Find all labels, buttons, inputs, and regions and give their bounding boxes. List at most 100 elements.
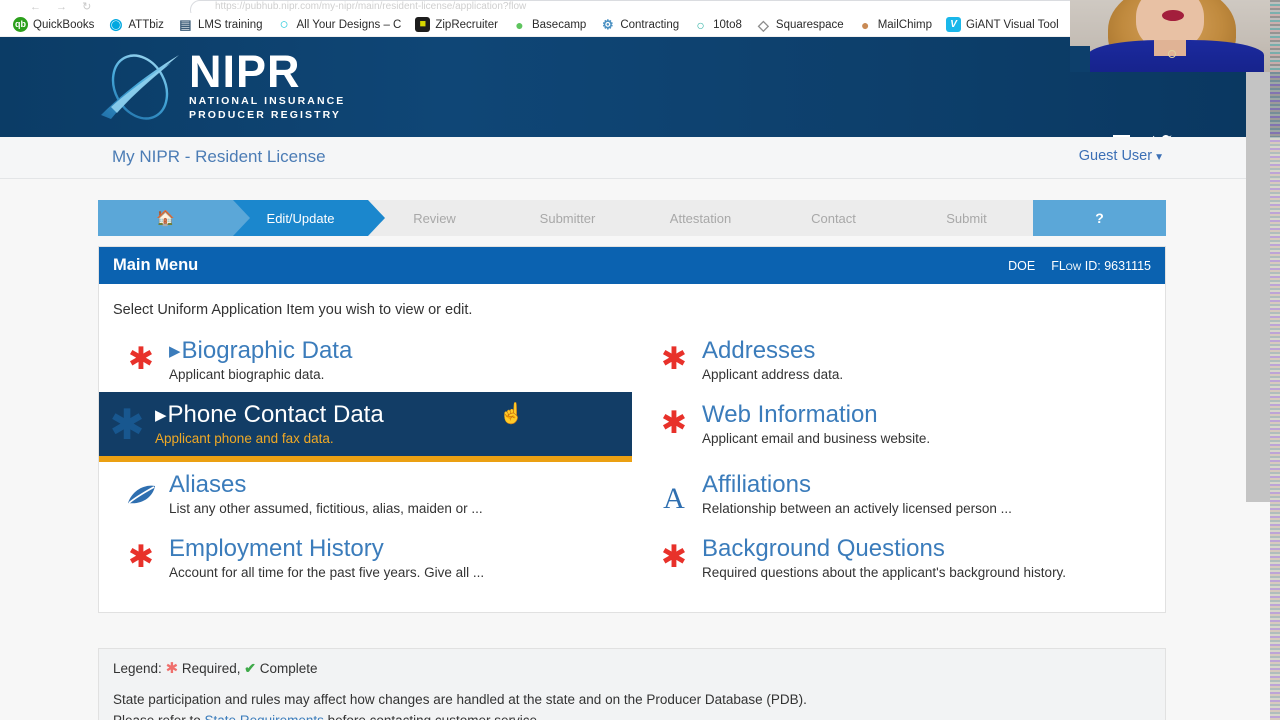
wizard-step-home[interactable]: 🏠 <box>98 200 250 236</box>
bookmark-label: Squarespace <box>775 18 844 31</box>
attbiz-icon: ◉ <box>108 17 124 32</box>
browser-window: ← → ↻ https://pubhub.nipr.com/my-nipr/ma… <box>0 0 1280 720</box>
main-menu-card: Main Menu DOE FLow ID: 9631115 Select Un… <box>98 246 1166 613</box>
menu-item-title[interactable]: ▶Biographic Data <box>169 337 622 365</box>
menu-item-title[interactable]: ▶Phone Contact Data <box>155 400 622 429</box>
logo-tagline-line1: NATIONAL INSURANCE <box>189 94 346 107</box>
user-menu[interactable]: Guest User ▼ <box>1079 148 1164 164</box>
webcam-person-necklace <box>1168 50 1176 58</box>
bookmark-contracting[interactable]: ⚙ Contracting <box>593 14 686 36</box>
wizard-step-submit[interactable]: Submit <box>900 200 1033 236</box>
legend-note-line1: State participation and rules may affect… <box>113 692 807 707</box>
icon-slot <box>113 472 169 506</box>
legend-required-label: Required, <box>181 661 241 676</box>
wizard-step-submitter[interactable]: Submitter <box>501 200 634 236</box>
menu-item-addresses[interactable]: ✱ Addresses Applicant address data. <box>632 328 1165 392</box>
menu-item-subtitle: Applicant email and business website. <box>702 430 931 446</box>
quickbooks-icon: qb <box>13 17 28 32</box>
menu-item-title[interactable]: Employment History <box>169 535 622 563</box>
wizard-step-help[interactable]: ? <box>1016 200 1166 236</box>
wizard-step-review[interactable]: Review <box>368 200 501 236</box>
bookmark-ziprecruiter[interactable]: ■ ZipRecruiter <box>408 14 505 36</box>
main-menu-instruction: Select Uniform Application Item you wish… <box>113 302 473 318</box>
menu-item-title[interactable]: Web Information <box>702 401 1155 429</box>
menu-item-subtitle: Relationship between an actively license… <box>702 500 1012 516</box>
menu-item-biographic-data[interactable]: ✱ ▶Biographic Data Applicant biographic … <box>99 328 632 392</box>
bookmark-label: ATTbiz <box>128 18 164 31</box>
menu-item-body: Addresses Applicant address data. <box>702 337 1155 382</box>
bookmark-lms-training[interactable]: ▤ LMS training <box>171 14 270 36</box>
bookmark-squarespace[interactable]: ◇ Squarespace <box>749 14 851 36</box>
nipr-logo[interactable]: NIPR NATIONAL INSURANCE PRODUCER REGISTR… <box>97 49 345 123</box>
required-asterisk-icon: ✱ <box>165 660 179 677</box>
bookmark-all-your-designs[interactable]: ○ All Your Designs – C <box>270 14 409 36</box>
menu-item-subtitle: Applicant address data. <box>702 366 844 382</box>
icon-slot: ✱ <box>646 402 702 441</box>
ziprecruiter-icon: ■ <box>415 17 431 32</box>
menu-item-employment-history[interactable]: ✱ Employment History Account for all tim… <box>99 526 632 590</box>
menu-item-title[interactable]: Aliases <box>169 471 622 499</box>
bookmark-quickbooks[interactable]: qb QuickBooks <box>6 14 101 36</box>
bookmark-basecamp[interactable]: ● Basecamp <box>505 14 593 36</box>
menu-item-title-text: Phone Contact Data <box>167 400 384 428</box>
icon-slot: ✱ <box>99 399 155 449</box>
icon-slot: ✱ <box>646 338 702 374</box>
menu-item-subtitle: Applicant biographic data. <box>169 366 325 382</box>
logo-wordmark: NIPR <box>189 45 301 97</box>
menu-item-body: Web Information Applicant email and busi… <box>702 401 1155 446</box>
letter-a-icon: A <box>663 481 685 515</box>
wizard-step-edit-update[interactable]: Edit/Update <box>233 200 385 236</box>
webcam-edge-artifact <box>1270 0 1280 72</box>
basecamp-icon: ● <box>511 17 527 32</box>
browser-nav-buttons[interactable]: ← → ↻ <box>30 0 97 13</box>
mailchimp-icon: ● <box>857 17 873 32</box>
app-subheader: My NIPR - Resident License Guest User ▼ <box>0 137 1280 179</box>
bookmark-label: Basecamp <box>531 18 587 31</box>
menu-item-title-text: Biographic Data <box>181 337 353 364</box>
required-asterisk-icon: ✱ <box>128 341 154 377</box>
check-icon: ✔ <box>244 660 256 676</box>
legend-panel: Legend: ✱ Required, ✔ Complete State par… <box>98 648 1166 720</box>
icon-slot: ✱ <box>646 536 702 571</box>
required-asterisk-icon: ✱ <box>109 399 145 449</box>
legend-line: Legend: ✱ Required, ✔ Complete <box>113 659 1151 677</box>
bookmark-label: LMS training <box>197 18 263 31</box>
main-menu-header: Main Menu DOE FLow ID: 9631115 <box>99 247 1165 284</box>
legend-note-line2: Please refer to State Requirements befor… <box>113 711 1151 720</box>
menu-item-web-information[interactable]: ✱ Web Information Applicant email and bu… <box>632 392 1165 462</box>
bookmark-mailchimp[interactable]: ● MailChimp <box>851 14 939 36</box>
menu-item-body: Affiliations Relationship between an act… <box>702 471 1155 516</box>
required-asterisk-icon: ✱ <box>661 404 687 441</box>
menu-item-affiliations[interactable]: A Affiliations Relationship between an a… <box>632 462 1165 526</box>
menu-item-title[interactable]: Background Questions <box>702 535 1155 563</box>
wizard-step-attestation[interactable]: Attestation <box>634 200 767 236</box>
doe-badge: DOE <box>1008 258 1036 273</box>
page-right-gutter <box>1246 72 1270 502</box>
legend-label: Legend: <box>113 661 162 676</box>
logo-tagline-line2: PRODUCER REGISTRY <box>189 109 341 122</box>
flow-id: FLow ID: 9631115 <box>1051 258 1151 273</box>
bookmark-label: All Your Designs – C <box>296 18 402 31</box>
mouse-cursor-pointer-icon: ☝ <box>499 402 524 425</box>
address-bar-url: https://pubhub.nipr.com/my-nipr/main/res… <box>215 1 527 12</box>
nipr-swoosh-icon <box>101 54 179 120</box>
menu-item-title[interactable]: Affiliations <box>702 471 1155 499</box>
menu-item-background-questions[interactable]: ✱ Background Questions Required question… <box>632 526 1165 590</box>
menu-item-phone-contact-data[interactable]: ✱ ▶Phone Contact Data Applicant phone an… <box>99 391 632 462</box>
bookmark-10to8[interactable]: ○ 10to8 <box>686 14 749 36</box>
menu-item-title[interactable]: Addresses <box>702 337 1155 365</box>
legend-complete-label: Complete <box>259 661 318 676</box>
wizard-step-contact[interactable]: Contact <box>767 200 900 236</box>
menu-item-body: Employment History Account for all time … <box>169 535 622 580</box>
contracting-icon: ⚙ <box>600 17 616 32</box>
menu-item-aliases[interactable]: Aliases List any other assumed, fictitio… <box>99 462 632 526</box>
bookmark-attbiz[interactable]: ◉ ATTbiz <box>101 14 171 36</box>
menu-item-body: ▶Phone Contact Data Applicant phone and … <box>155 400 622 446</box>
bookmark-giant-visual-tools[interactable]: V GiANT Visual Tool <box>939 14 1066 36</box>
all-your-designs-icon: ○ <box>276 17 292 32</box>
bookmark-label: Contracting <box>620 18 680 31</box>
webcam-overlay <box>1070 0 1280 72</box>
content-column: 🏠 Edit/Update Review Submitter Attestati… <box>98 179 1166 613</box>
menu-item-body: Aliases List any other assumed, fictitio… <box>169 471 622 516</box>
state-requirements-link[interactable]: State Requirements <box>205 713 324 720</box>
